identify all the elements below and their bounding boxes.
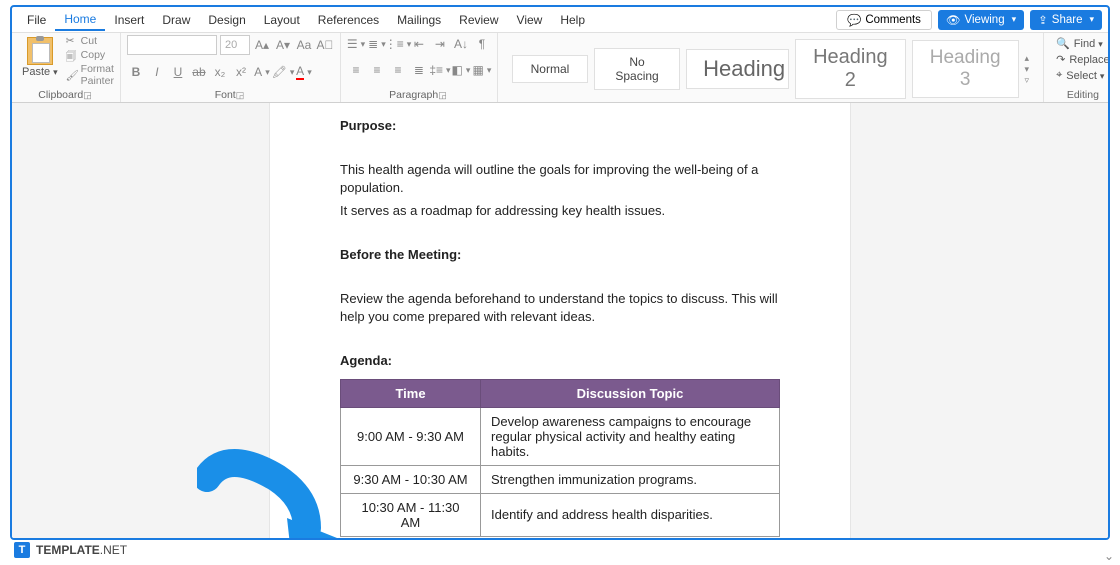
bold-icon[interactable]: B xyxy=(127,63,145,81)
paste-button[interactable]: Paste xyxy=(18,35,62,80)
indent-inc-icon[interactable]: ⇥ xyxy=(431,35,449,53)
style-heading[interactable]: Heading xyxy=(686,49,789,89)
line-spacing-icon[interactable]: ‡≡ xyxy=(431,61,449,79)
menu-review[interactable]: Review xyxy=(450,10,507,30)
ribbon: Paste ✂Cut 🗐Copy 🖌Format Painter Clipboa… xyxy=(12,33,1108,103)
table-row: 10:30 AM - 11:30 AMIdentify and address … xyxy=(341,493,780,536)
clipboard-launcher-icon[interactable]: ◲ xyxy=(83,90,92,100)
th-topic: Discussion Topic xyxy=(481,379,780,407)
borders-icon[interactable]: ▦ xyxy=(473,61,491,79)
style-no-spacing[interactable]: No Spacing xyxy=(594,48,680,90)
menu-mailings[interactable]: Mailings xyxy=(388,10,450,30)
viewing-button[interactable]: 👁Viewing xyxy=(938,10,1024,30)
styles-up-icon[interactable]: ▴ xyxy=(1025,53,1030,64)
font-label: Font xyxy=(215,89,236,101)
styles-more-icon[interactable]: ▿ xyxy=(1025,75,1030,86)
cut-button[interactable]: ✂Cut xyxy=(66,35,114,47)
cursor-icon: ⌖ xyxy=(1056,69,1062,82)
subscript-icon[interactable]: x₂ xyxy=(211,63,229,81)
paste-icon xyxy=(27,37,53,65)
find-button[interactable]: 🔍Find xyxy=(1056,37,1110,50)
sort-icon[interactable]: A↓ xyxy=(452,35,470,53)
justify-icon[interactable]: ≣ xyxy=(410,61,428,79)
font-color-icon[interactable]: A xyxy=(295,63,313,81)
brush-icon: 🖌 xyxy=(66,69,78,81)
grow-font-icon[interactable]: A▴ xyxy=(253,36,271,54)
purpose-text-2: It serves as a roadmap for addressing ke… xyxy=(340,202,780,220)
align-right-icon[interactable]: ≡ xyxy=(389,61,407,79)
align-left-icon[interactable]: ≡ xyxy=(347,61,365,79)
clear-format-icon[interactable]: A⃠ xyxy=(316,36,334,54)
table-row: 9:00 AM - 9:30 AMDevelop awareness campa… xyxy=(341,407,780,465)
template-logo-icon: T xyxy=(14,542,30,558)
footer-brand: T TEMPLATE.NET xyxy=(14,542,127,558)
page: Purpose: This health agenda will outline… xyxy=(270,103,850,540)
font-family-select[interactable] xyxy=(127,35,217,55)
agenda-label: Agenda: xyxy=(340,352,780,370)
styles-down-icon[interactable]: ▾ xyxy=(1025,64,1030,75)
comments-button[interactable]: 💬Comments xyxy=(836,10,932,30)
purpose-label: Purpose: xyxy=(340,117,780,135)
agenda-table: TimeDiscussion Topic 9:00 AM - 9:30 AMDe… xyxy=(340,379,780,537)
share-icon: ⇪ xyxy=(1038,13,1048,27)
numbering-icon[interactable]: ≣ xyxy=(368,35,386,53)
clipboard-label: Clipboard xyxy=(38,89,83,101)
purpose-text: This health agenda will outline the goal… xyxy=(340,161,780,197)
paragraph-label: Paragraph xyxy=(389,89,438,101)
style-heading-2[interactable]: Heading 2 xyxy=(795,39,906,99)
menu-insert[interactable]: Insert xyxy=(105,10,153,30)
editing-label: Editing xyxy=(1050,88,1110,102)
replace-button[interactable]: ↷Replace xyxy=(1056,53,1110,66)
copy-button[interactable]: 🗐Copy xyxy=(66,49,114,61)
text-effects-icon[interactable]: A xyxy=(253,63,271,81)
menu-design[interactable]: Design xyxy=(199,10,254,30)
underline-icon[interactable]: U xyxy=(169,63,187,81)
shading-icon[interactable]: ◧ xyxy=(452,61,470,79)
table-row: 9:30 AM - 10:30 AMStrengthen immunizatio… xyxy=(341,465,780,493)
menu-help[interactable]: Help xyxy=(551,10,594,30)
font-launcher-icon[interactable]: ◲ xyxy=(236,90,245,100)
superscript-icon[interactable]: x² xyxy=(232,63,250,81)
comment-icon: 💬 xyxy=(847,13,861,27)
highlight-icon[interactable]: 🖍 xyxy=(274,63,292,81)
th-time: Time xyxy=(341,379,481,407)
menu-draw[interactable]: Draw xyxy=(153,10,199,30)
multilevel-icon[interactable]: ⋮≡ xyxy=(389,35,407,53)
indent-dec-icon[interactable]: ⇤ xyxy=(410,35,428,53)
pilcrow-icon[interactable]: ¶ xyxy=(473,35,491,53)
shrink-font-icon[interactable]: A▾ xyxy=(274,36,292,54)
before-text: Review the agenda beforehand to understa… xyxy=(340,290,780,326)
style-normal[interactable]: Normal xyxy=(512,55,588,83)
replace-icon: ↷ xyxy=(1056,53,1065,66)
before-label: Before the Meeting: xyxy=(340,246,780,264)
menu-home[interactable]: Home xyxy=(55,9,105,31)
align-center-icon[interactable]: ≡ xyxy=(368,61,386,79)
eye-icon: 👁 xyxy=(946,13,961,27)
copy-icon: 🗐 xyxy=(66,49,78,61)
menu-file[interactable]: File xyxy=(18,10,55,30)
select-button[interactable]: ⌖Select xyxy=(1056,69,1110,82)
menubar: File Home Insert Draw Design Layout Refe… xyxy=(12,7,1108,33)
style-heading-3[interactable]: Heading 3 xyxy=(912,40,1019,98)
document-area[interactable]: Purpose: This health agenda will outline… xyxy=(12,103,1108,540)
strike-icon[interactable]: ab xyxy=(190,63,208,81)
italic-icon[interactable]: I xyxy=(148,63,166,81)
change-case-icon[interactable]: Aa xyxy=(295,36,313,54)
menu-references[interactable]: References xyxy=(309,10,388,30)
scissors-icon: ✂ xyxy=(66,35,78,47)
format-painter-button[interactable]: 🖌Format Painter xyxy=(66,63,114,87)
font-size-select[interactable]: 20 xyxy=(220,35,250,55)
menu-layout[interactable]: Layout xyxy=(255,10,309,30)
bullets-icon[interactable]: ☰ xyxy=(347,35,365,53)
share-button[interactable]: ⇪Share xyxy=(1030,10,1102,30)
paragraph-launcher-icon[interactable]: ◲ xyxy=(438,90,447,100)
menu-view[interactable]: View xyxy=(508,10,552,30)
search-icon: 🔍 xyxy=(1056,37,1070,50)
